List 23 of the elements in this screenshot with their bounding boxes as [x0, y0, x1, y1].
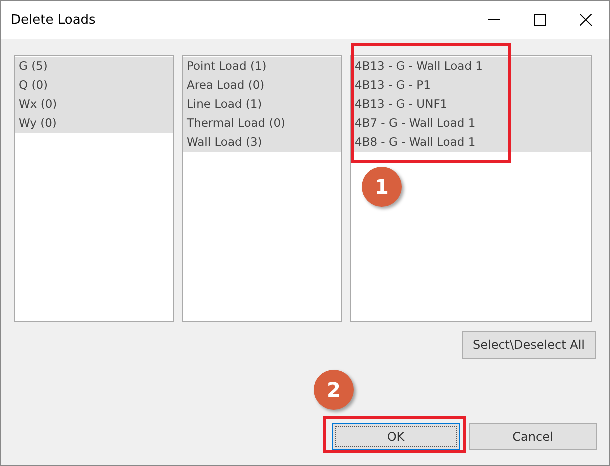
list-item[interactable]: 4B13 - G - Wall Load 1 [351, 57, 591, 76]
window-title: Delete Loads [11, 12, 96, 28]
list-item[interactable]: Area Load (0) [183, 76, 341, 95]
list-item[interactable]: 4B13 - G - P1 [351, 76, 591, 95]
list-item[interactable]: Thermal Load (0) [183, 114, 341, 133]
list-item[interactable]: Point Load (1) [183, 57, 341, 76]
list-item[interactable]: 4B13 - G - UNF1 [351, 95, 591, 114]
list-item[interactable]: G (5) [15, 57, 173, 76]
list-box[interactable]: G (5) Q (0) Wx (0) Wy (0) [14, 55, 174, 322]
step-badge: 2 [314, 370, 354, 410]
cancel-button[interactable]: Cancel [469, 423, 597, 450]
list-item[interactable]: Wy (0) [15, 114, 173, 133]
list-box[interactable]: Point Load (1) Area Load (0) Line Load (1) Thermal Load (0) Wall Load (3) [182, 55, 342, 322]
list-item[interactable]: Wall Load (3) [183, 133, 341, 152]
list-item[interactable]: 4B7 - G - Wall Load 1 [351, 114, 591, 133]
select-deselect-all-button[interactable]: Select\Deselect All [462, 331, 596, 359]
maximize-icon[interactable] [534, 14, 546, 26]
ok-button[interactable]: OK [332, 423, 460, 450]
list-item[interactable]: Wx (0) [15, 95, 173, 114]
list-item[interactable]: 4B8 - G - Wall Load 1 [351, 133, 591, 152]
close-icon[interactable] [580, 14, 592, 26]
list-item[interactable]: Q (0) [15, 76, 173, 95]
list-item[interactable]: Line Load (1) [183, 95, 341, 114]
